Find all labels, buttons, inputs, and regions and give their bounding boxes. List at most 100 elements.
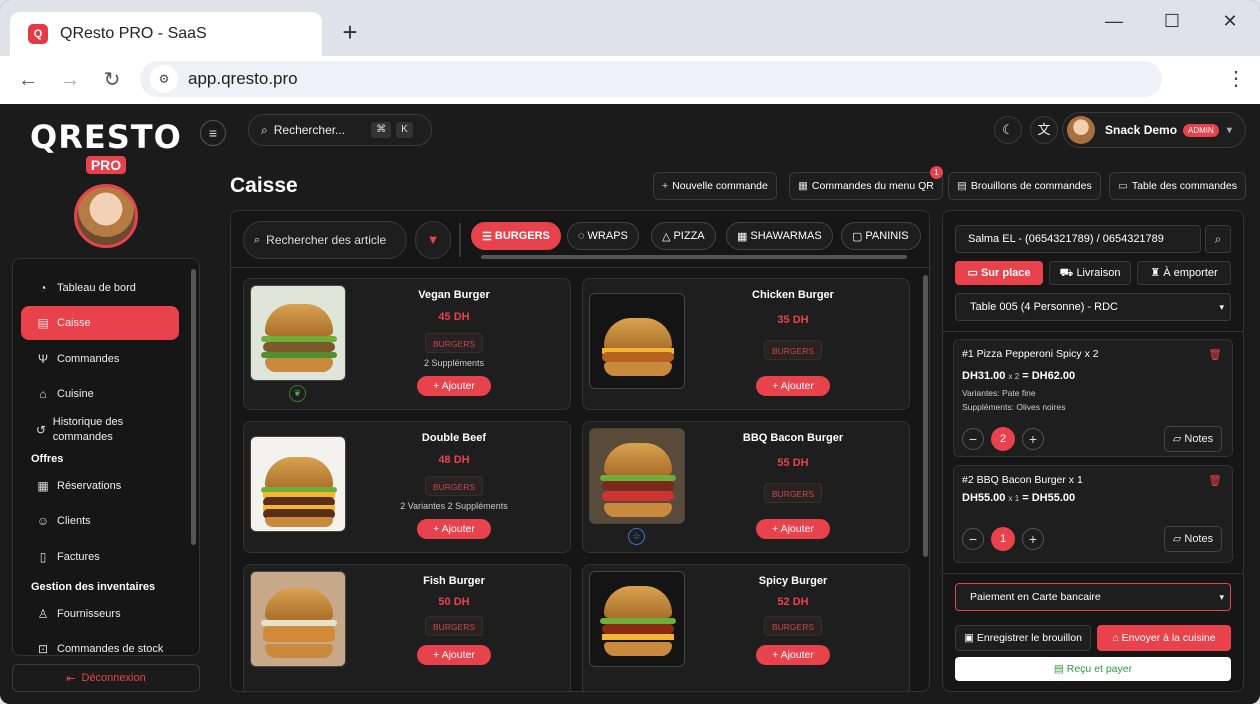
- tab-label: PANINIS: [865, 230, 909, 242]
- tab-burgers[interactable]: ☰ BURGERS: [471, 222, 561, 250]
- orders-table-label: Table des commandes: [1131, 180, 1237, 192]
- close-window-button[interactable]: ✕: [1210, 8, 1250, 34]
- quantity-value: 1: [991, 527, 1015, 551]
- add-button[interactable]: + Ajouter: [756, 645, 830, 665]
- tab-wraps[interactable]: ◌ WRAPS: [567, 222, 639, 250]
- add-button[interactable]: + Ajouter: [756, 376, 830, 396]
- menu-toggle-icon[interactable]: ≡: [200, 120, 226, 146]
- send-kitchen-button[interactable]: ⌂ Envoyer à la cuisine: [1097, 625, 1231, 651]
- role-badge: ADMIN: [1183, 123, 1219, 137]
- browser-menu-icon[interactable]: ⋮: [1226, 66, 1246, 91]
- plus-icon: +: [772, 523, 781, 535]
- increase-qty-button[interactable]: +: [1022, 528, 1044, 550]
- sidebar-item-cuisine[interactable]: ⌂ Cuisine: [21, 377, 179, 411]
- product-category-tag: BURGERS: [425, 476, 483, 496]
- payment-select[interactable]: Paiement en Carte bancaire ▾: [955, 583, 1231, 611]
- sidebar-item-commandes-de-stock[interactable]: ⊡ Commandes de stock: [21, 632, 179, 655]
- tab-paninis[interactable]: ▢ PANINIS: [841, 222, 921, 250]
- trash-icon[interactable]: 🗑: [1208, 348, 1222, 361]
- article-search-input[interactable]: ⌕ Rechercher des article: [243, 221, 407, 259]
- add-button[interactable]: + Ajouter: [417, 376, 491, 396]
- increase-qty-button[interactable]: +: [1022, 428, 1044, 450]
- sidebar-item-commandes[interactable]: Ψ Commandes: [21, 342, 179, 376]
- chevron-down-icon: ▾: [1226, 124, 1232, 136]
- sidebar-item-fournisseurs[interactable]: ♙ Fournisseurs: [21, 597, 179, 631]
- maximize-button[interactable]: ☐: [1152, 8, 1192, 34]
- sidebar-item-clients[interactable]: ☺ Clients: [21, 504, 179, 538]
- sidebar-item-historique[interactable]: ↺ Historique des commandes: [21, 413, 151, 447]
- product-card[interactable]: Chicken Burger 35 DH BURGERS + Ajouter: [582, 278, 910, 410]
- sidebar-nav: ◔ Tableau de bord ▤ Caisse Ψ Commandes ⌂…: [12, 258, 200, 656]
- sidebar-item-tableau-de-bord[interactable]: ◔ Tableau de bord: [21, 271, 179, 305]
- order-type-delivery[interactable]: ⛟ Livraison: [1049, 261, 1131, 285]
- product-price: 50 DH: [438, 596, 470, 608]
- table-select-value: Table 005 (4 Personne) - RDC: [970, 301, 1118, 313]
- address-bar[interactable]: ⚙ app.qresto.pro: [140, 61, 1162, 97]
- trash-icon[interactable]: 🗑: [1208, 474, 1222, 487]
- decrease-qty-button[interactable]: −: [962, 428, 984, 450]
- drafts-button[interactable]: ▤ Brouillons de commandes: [948, 172, 1101, 200]
- logout-button[interactable]: ⇤ Déconnexion: [12, 664, 200, 692]
- order-line-title: #1 Pizza Pepperoni Spicy x 2: [962, 348, 1099, 360]
- receipt-pay-button[interactable]: ▤ Reçu et payer: [955, 657, 1231, 681]
- minimize-button[interactable]: —: [1094, 8, 1134, 34]
- browser-tab-strip: Q QResto PRO - SaaS + — ☐ ✕: [0, 0, 1260, 56]
- decrease-qty-button[interactable]: −: [962, 528, 984, 550]
- add-button[interactable]: + Ajouter: [756, 519, 830, 539]
- product-card[interactable]: ☆ BBQ Bacon Burger 55 DH BURGERS + Ajout…: [582, 421, 910, 553]
- site-settings-icon[interactable]: ⚙: [150, 65, 178, 93]
- add-label: Ajouter: [780, 380, 814, 392]
- tab-shawarmas[interactable]: ▦ SHAWARMAS: [726, 222, 833, 250]
- orders-table-button[interactable]: ▭ Table des commandes: [1109, 172, 1246, 200]
- product-name: Fish Burger: [423, 575, 485, 587]
- sidebar-scrollbar[interactable]: [191, 269, 196, 545]
- speedometer-icon: ◔: [39, 281, 47, 295]
- search-icon[interactable]: ⌕: [1205, 225, 1231, 253]
- plus-icon: +: [772, 649, 781, 661]
- product-card[interactable]: Fish Burger 50 DH BURGERS + Ajouter: [243, 564, 571, 691]
- product-card[interactable]: ❦ Vegan Burger 45 DH BURGERS 2 Supplémen…: [243, 278, 571, 410]
- customer-field[interactable]: Salma EL - (0654321789) / 0654321789: [955, 225, 1201, 253]
- order-type-dine-in[interactable]: ▭ Sur place: [955, 261, 1043, 285]
- global-search[interactable]: ⌕ Rechercher... ⌘ K: [248, 114, 432, 146]
- product-card[interactable]: Spicy Burger 52 DH BURGERS + Ajouter: [582, 564, 910, 691]
- new-order-button[interactable]: + Nouvelle commande: [653, 172, 777, 200]
- notes-button[interactable]: ▱ Notes: [1164, 426, 1222, 452]
- product-scrollbar[interactable]: [923, 275, 928, 557]
- table-select[interactable]: Table 005 (4 Personne) - RDC ▾: [955, 293, 1231, 321]
- sidebar-item-reservations[interactable]: ▦ Réservations: [21, 469, 179, 503]
- notes-button[interactable]: ▱ Notes: [1164, 526, 1222, 552]
- add-label: Ajouter: [441, 380, 475, 392]
- sidebar-item-label: Tableau de bord: [57, 282, 136, 294]
- tab-pizza[interactable]: △ PIZZA: [651, 222, 716, 250]
- new-order-label: Nouvelle commande: [672, 180, 768, 192]
- plus-icon: +: [772, 380, 781, 392]
- forward-icon[interactable]: →: [56, 66, 84, 94]
- sidebar-item-factures[interactable]: ▯ Factures: [21, 540, 179, 574]
- product-name: Double Beef: [421, 432, 487, 444]
- app-root: QRESTO PRO ◔ Tableau de bord ▤ Caisse Ψ …: [0, 104, 1260, 704]
- menu-panel: ⌕ Rechercher des article ▼ ☰ BURGERS ◌ WRA…: [230, 210, 931, 692]
- add-button[interactable]: + Ajouter: [417, 645, 491, 665]
- panini-icon: ▢: [852, 230, 863, 243]
- save-draft-button[interactable]: ▣ Enregistrer le brouillon: [955, 625, 1091, 651]
- user-menu[interactable]: Snack Demo ADMIN ▾: [1062, 112, 1246, 148]
- filter-icon[interactable]: ▼: [415, 221, 451, 259]
- back-icon[interactable]: ←: [14, 66, 42, 94]
- new-tab-button[interactable]: +: [338, 18, 362, 46]
- qr-orders-button[interactable]: ▦ Commandes du menu QR: [789, 172, 943, 200]
- reload-icon[interactable]: ↻: [98, 66, 126, 94]
- category-scrollbar[interactable]: [481, 255, 907, 259]
- sidebar-item-caisse[interactable]: ▤ Caisse: [21, 306, 179, 340]
- translate-icon[interactable]: 文: [1030, 116, 1058, 144]
- calendar-icon: ▦: [37, 479, 49, 493]
- browser-tab[interactable]: Q QResto PRO - SaaS: [10, 12, 322, 56]
- dark-mode-icon[interactable]: ☾: [994, 116, 1022, 144]
- order-type-takeaway[interactable]: ♜ À emporter: [1137, 261, 1231, 285]
- multiplier: x 2: [1008, 372, 1020, 381]
- add-button[interactable]: + Ajouter: [417, 519, 491, 539]
- sidebar-item-label: Commandes: [57, 353, 120, 365]
- product-card[interactable]: Double Beef 48 DH BURGERS 2 Variantes 2 …: [243, 421, 571, 553]
- qr-orders-label: Commandes du menu QR: [811, 180, 934, 192]
- order-line-title: #2 BBQ Bacon Burger x 1: [962, 474, 1083, 486]
